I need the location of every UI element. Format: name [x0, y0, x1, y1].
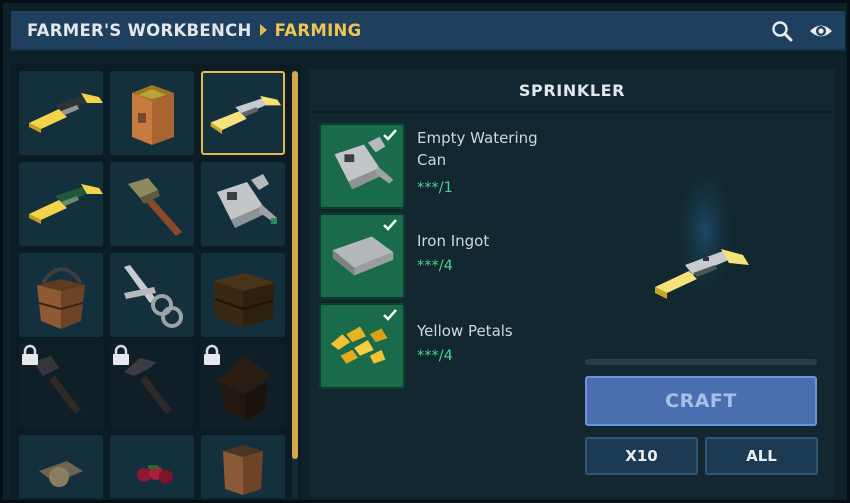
breadcrumb-root[interactable]: FARMER'S WORKBENCH — [27, 21, 252, 40]
sprinkler-icon — [29, 184, 103, 224]
recipe-grid — [11, 63, 301, 498]
search-icon[interactable] — [770, 19, 794, 43]
breadcrumb-separator-icon — [259, 24, 267, 36]
recipe-slot-sprinkler[interactable] — [201, 71, 285, 155]
sprinkler-icon — [210, 95, 282, 134]
craft-all-button[interactable]: ALL — [705, 437, 818, 475]
bucket-icon — [37, 267, 85, 329]
recipe-slot-berries[interactable] — [110, 435, 194, 498]
sprinkler-icon — [29, 93, 103, 133]
crate-icon — [213, 273, 275, 327]
bin-icon — [223, 445, 263, 495]
lock-icon — [113, 344, 129, 365]
recipe-slot-reel[interactable] — [19, 435, 103, 498]
recipe-slot-locked-hoe[interactable] — [19, 344, 103, 428]
check-icon — [383, 129, 397, 141]
ingredient-slot-watering-can[interactable] — [319, 123, 405, 209]
lock-icon — [22, 344, 38, 365]
recipe-slot-sprinkler-green[interactable] — [19, 162, 103, 246]
eye-icon[interactable] — [809, 19, 833, 43]
check-icon — [383, 219, 397, 231]
recipe-slot-shears[interactable] — [110, 253, 194, 337]
reel-icon — [39, 461, 83, 487]
grid-scrollbar-thumb[interactable] — [292, 71, 298, 459]
seed-box-icon — [132, 85, 174, 145]
ingredient-slot-yellow-petals[interactable] — [319, 303, 405, 389]
recipe-slot-sprinkler-dark[interactable] — [19, 71, 103, 155]
recipe-slot-bin[interactable] — [201, 435, 285, 498]
item-preview-sprinkler — [655, 159, 749, 319]
ingredient-quantity: ***/4 — [417, 258, 453, 274]
craft-progress-bar — [585, 359, 817, 365]
shears-icon — [124, 265, 183, 328]
workbench-window: FARMER'S WORKBENCH FARMING SPRINKLER Emp… — [0, 0, 850, 503]
recipe-slot-locked-birdhouse[interactable] — [201, 344, 285, 428]
craft-button[interactable]: CRAFT — [585, 376, 817, 426]
recipe-slot-hoe[interactable] — [110, 162, 194, 246]
ingredient-name: Yellow Petals — [417, 322, 513, 340]
ingredient-slot-iron-ingot[interactable] — [319, 213, 405, 299]
hoe-icon — [128, 178, 182, 236]
berries-icon — [137, 465, 173, 484]
ingredient-quantity: ***/1 — [417, 180, 453, 196]
ingredient-name: Iron Ingot — [417, 232, 490, 250]
breadcrumb-current: FARMING — [274, 20, 362, 40]
ingredient-name: Empty Watering Can — [417, 129, 538, 169]
watering-can-icon — [217, 174, 277, 228]
recipe-slot-crate[interactable] — [201, 253, 285, 337]
recipe-slot-seed-box[interactable] — [110, 71, 194, 155]
check-icon — [383, 309, 397, 321]
ingredient-quantity: ***/4 — [417, 348, 453, 364]
craft-x10-button[interactable]: X10 — [585, 437, 698, 475]
recipe-title: SPRINKLER — [309, 69, 835, 113]
recipe-detail-panel: SPRINKLER Empty Watering Can ***/1 Iron … — [309, 69, 835, 497]
recipe-slot-locked-pickaxe[interactable] — [110, 344, 194, 428]
recipe-slot-watering-can[interactable] — [201, 162, 285, 246]
lock-icon — [204, 344, 220, 365]
recipe-slot-bucket[interactable] — [19, 253, 103, 337]
header-bar: FARMER'S WORKBENCH FARMING — [11, 11, 845, 51]
